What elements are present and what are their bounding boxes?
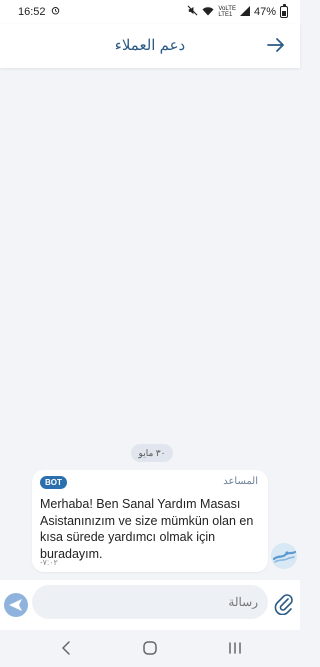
system-nav-bar	[0, 630, 300, 667]
wifi-icon	[202, 6, 214, 19]
signal-icon	[239, 5, 250, 19]
arrow-right-icon[interactable]	[264, 33, 288, 57]
status-bar: 16:52 VoLTE LTE1 47%	[0, 0, 300, 24]
message-text: Merhaba! Ben Sanal Yardım Masası Asistan…	[40, 497, 254, 561]
message-input[interactable]: رسالة	[32, 585, 268, 619]
back-nav-icon[interactable]	[56, 638, 76, 658]
send-icon[interactable]	[4, 593, 28, 617]
battery-fill	[282, 11, 286, 16]
message-time: -٧:٠٢	[40, 558, 58, 567]
paperclip-icon[interactable]	[274, 593, 294, 616]
recents-nav-icon[interactable]	[225, 638, 245, 658]
network-label-bottom: LTE1	[218, 12, 233, 18]
status-right: VoLTE LTE1 47%	[187, 4, 288, 19]
battery-icon	[280, 4, 288, 18]
page-title: دعم العملاء	[114, 37, 186, 54]
home-nav-icon[interactable]	[140, 638, 160, 658]
date-chip: ٣٠ مايو	[131, 444, 173, 462]
alarm-icon	[51, 6, 60, 18]
status-left: 16:52	[18, 6, 60, 18]
message-input-placeholder: رسالة	[228, 595, 258, 609]
bot-avatar	[271, 543, 297, 569]
bot-badge: BOT	[40, 476, 67, 489]
mute-icon	[187, 5, 198, 19]
network-type: VoLTE LTE1	[218, 6, 236, 18]
message-sender: المساعد	[223, 476, 258, 487]
composer-bar: رسالة	[0, 580, 300, 630]
battery-percent: 47%	[253, 6, 276, 18]
message-bubble[interactable]: BOT المساعد Merhaba! Ben Sanal Yardım Ma…	[32, 470, 268, 572]
status-time: 16:52	[18, 6, 46, 18]
app-header: دعم العملاء	[0, 24, 300, 68]
